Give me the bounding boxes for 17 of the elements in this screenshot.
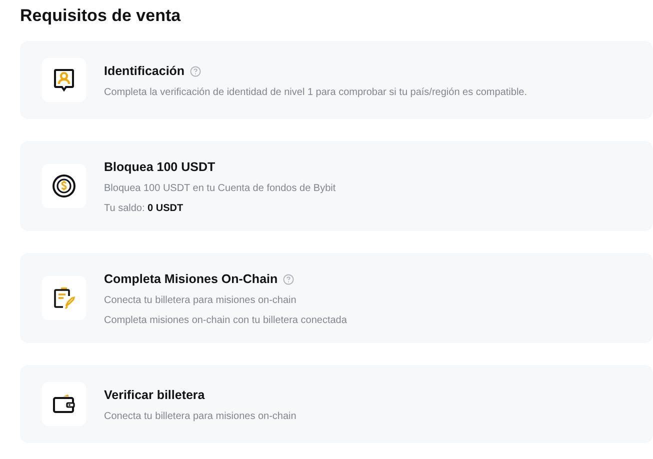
requirement-description: Completa misiones on-chain con tu billetera conectada <box>104 315 347 326</box>
help-icon[interactable] <box>190 66 201 76</box>
wallet-icon <box>52 392 76 416</box>
requirement-title: Completa Misiones On-Chain <box>104 272 278 286</box>
user-badge-icon <box>53 68 75 92</box>
requirement-description: Completa la verificación de identidad de nivel 1 para comprobar si tu país/región es compatible. <box>104 87 528 98</box>
requirement-description: Conecta tu billetera para misiones on-chain <box>104 295 298 306</box>
help-icon[interactable] <box>282 274 294 284</box>
requirement-title: Bloquea 100 USDT <box>104 160 216 174</box>
requirement-title: Identificación <box>104 64 185 78</box>
requirement-title: Verificar billetera <box>104 388 205 402</box>
requirement-description: Conecta tu billetera para misiones on-chain <box>104 411 296 422</box>
dollar-coin-icon <box>52 174 76 198</box>
clipboard-rocket-icon <box>52 286 76 310</box>
page-title: Requisitos de venta <box>20 6 182 26</box>
requirement-description: Bloquea 100 USDT en tu Cuenta de fondos de Bybit <box>104 183 336 194</box>
requirement-description: Tu saldo: 0 USDT <box>104 203 184 214</box>
